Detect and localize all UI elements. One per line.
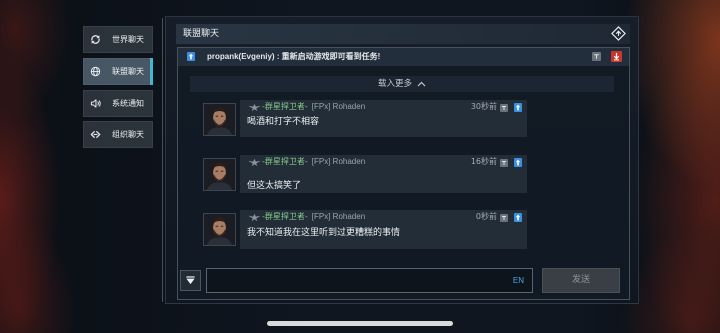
pinned-message-text: propank(Evgeniy) : 重新启动游戏即可看到任务! — [207, 52, 381, 61]
pin-icon[interactable] — [514, 158, 522, 167]
sidebar-item-world-chat[interactable]: 世界聊天 — [83, 26, 153, 53]
pin-icon — [187, 52, 195, 61]
sender-line: -群星捍卫者- [FPx] Rohaden — [247, 102, 365, 112]
diamond-icon[interactable] — [611, 26, 626, 41]
avatar[interactable] — [203, 158, 236, 191]
page-title: 联盟聊天 — [183, 29, 220, 39]
sidebar-item-label: 世界聊天 — [112, 35, 144, 44]
sidebar-item-label: 联盟聊天 — [112, 67, 144, 76]
send-button[interactable]: 发送 — [542, 268, 620, 293]
translate-icon[interactable] — [500, 159, 508, 167]
refresh-icon — [90, 34, 101, 45]
message-text: 但这太搞笑了 — [247, 181, 302, 191]
message-text: 喝酒和打字不相容 — [247, 117, 320, 127]
translate-icon[interactable] — [500, 214, 508, 222]
message-bubble[interactable]: -群星捍卫者- [FPx] Rohaden 30秒前 喝酒和打字不相容 — [240, 100, 527, 137]
sidebar-item-system-notice[interactable]: 系统通知 — [83, 90, 153, 117]
load-more-label: 载入更多 — [377, 79, 412, 89]
chat-input-field[interactable] — [211, 271, 501, 290]
speaker-icon — [90, 98, 101, 109]
sidebar-item-alliance-chat[interactable]: 联盟聊天 — [83, 58, 153, 85]
load-more-button[interactable]: 载入更多 — [190, 76, 614, 92]
chat-message: -群星捍卫者- [FPx] Rohaden 30秒前 喝酒和打字不相容 — [203, 100, 527, 140]
chat-input[interactable]: EN — [206, 268, 533, 293]
pin-icon[interactable] — [514, 213, 522, 222]
player-name[interactable]: [FPx] Rohaden — [312, 212, 365, 222]
corp-emblem-icon — [247, 213, 262, 222]
corp-name: -群星捍卫者- — [262, 212, 308, 221]
sidebar-item-corp-chat[interactable]: 组织聊天 — [83, 121, 153, 148]
sidebar-item-label: 系统通知 — [112, 99, 144, 108]
pinned-announcement[interactable]: propank(Evgeniy) : 重新启动游戏即可看到任务! — [178, 48, 629, 66]
avatar[interactable] — [203, 213, 236, 246]
message-bubble[interactable]: -群星捍卫者- [FPx] Rohaden 16秒前 但这太搞笑了 — [240, 155, 527, 193]
player-name[interactable]: [FPx] Rohaden — [312, 102, 365, 112]
game-chat-screen: 世界聊天 联盟聊天 系统通知 组织聊天 联盟聊天 propank(Evgeniy… — [0, 0, 720, 333]
avatar[interactable] — [203, 103, 236, 136]
message-time: 0秒前 — [475, 212, 497, 221]
chat-header: 联盟聊天 — [176, 24, 630, 44]
corp-emblem-icon — [247, 158, 262, 167]
message-bubble[interactable]: -群星捍卫者- [FPx] Rohaden 0秒前 我不知道我在这里听到过更糟糕… — [240, 210, 527, 249]
player-name[interactable]: [FPx] Rohaden — [312, 157, 365, 167]
translate-icon[interactable] — [592, 52, 601, 61]
corp-name: -群星捍卫者- — [262, 102, 308, 111]
corp-emblem-icon — [247, 103, 262, 112]
message-time: 16秒前 — [470, 157, 497, 166]
message-time: 30秒前 — [470, 102, 497, 111]
message-text: 我不知道我在这里听到过更糟糕的事情 — [247, 228, 401, 238]
sender-line: -群星捍卫者- [FPx] Rohaden — [247, 212, 365, 222]
translate-icon[interactable] — [500, 104, 508, 112]
corp-name: -群星捍卫者- — [262, 157, 308, 166]
globe-icon — [90, 66, 101, 77]
chat-message: -群星捍卫者- [FPx] Rohaden 0秒前 我不知道我在这里听到过更糟糕… — [203, 210, 527, 250]
filter-icon — [186, 276, 195, 285]
arrow-down-icon[interactable] — [611, 51, 622, 62]
pin-icon[interactable] — [514, 103, 522, 112]
chevrons-icon — [90, 129, 101, 140]
sidebar-item-label: 组织聊天 — [112, 130, 144, 139]
sender-line: -群星捍卫者- [FPx] Rohaden — [247, 157, 365, 167]
language-toggle[interactable]: EN — [513, 269, 524, 292]
sidebar-divider — [162, 18, 163, 302]
chat-message: -群星捍卫者- [FPx] Rohaden 16秒前 但这太搞笑了 — [203, 155, 527, 195]
channel-filter-button[interactable] — [180, 270, 201, 291]
chevron-up-icon — [417, 81, 426, 87]
home-indicator[interactable] — [267, 321, 453, 326]
